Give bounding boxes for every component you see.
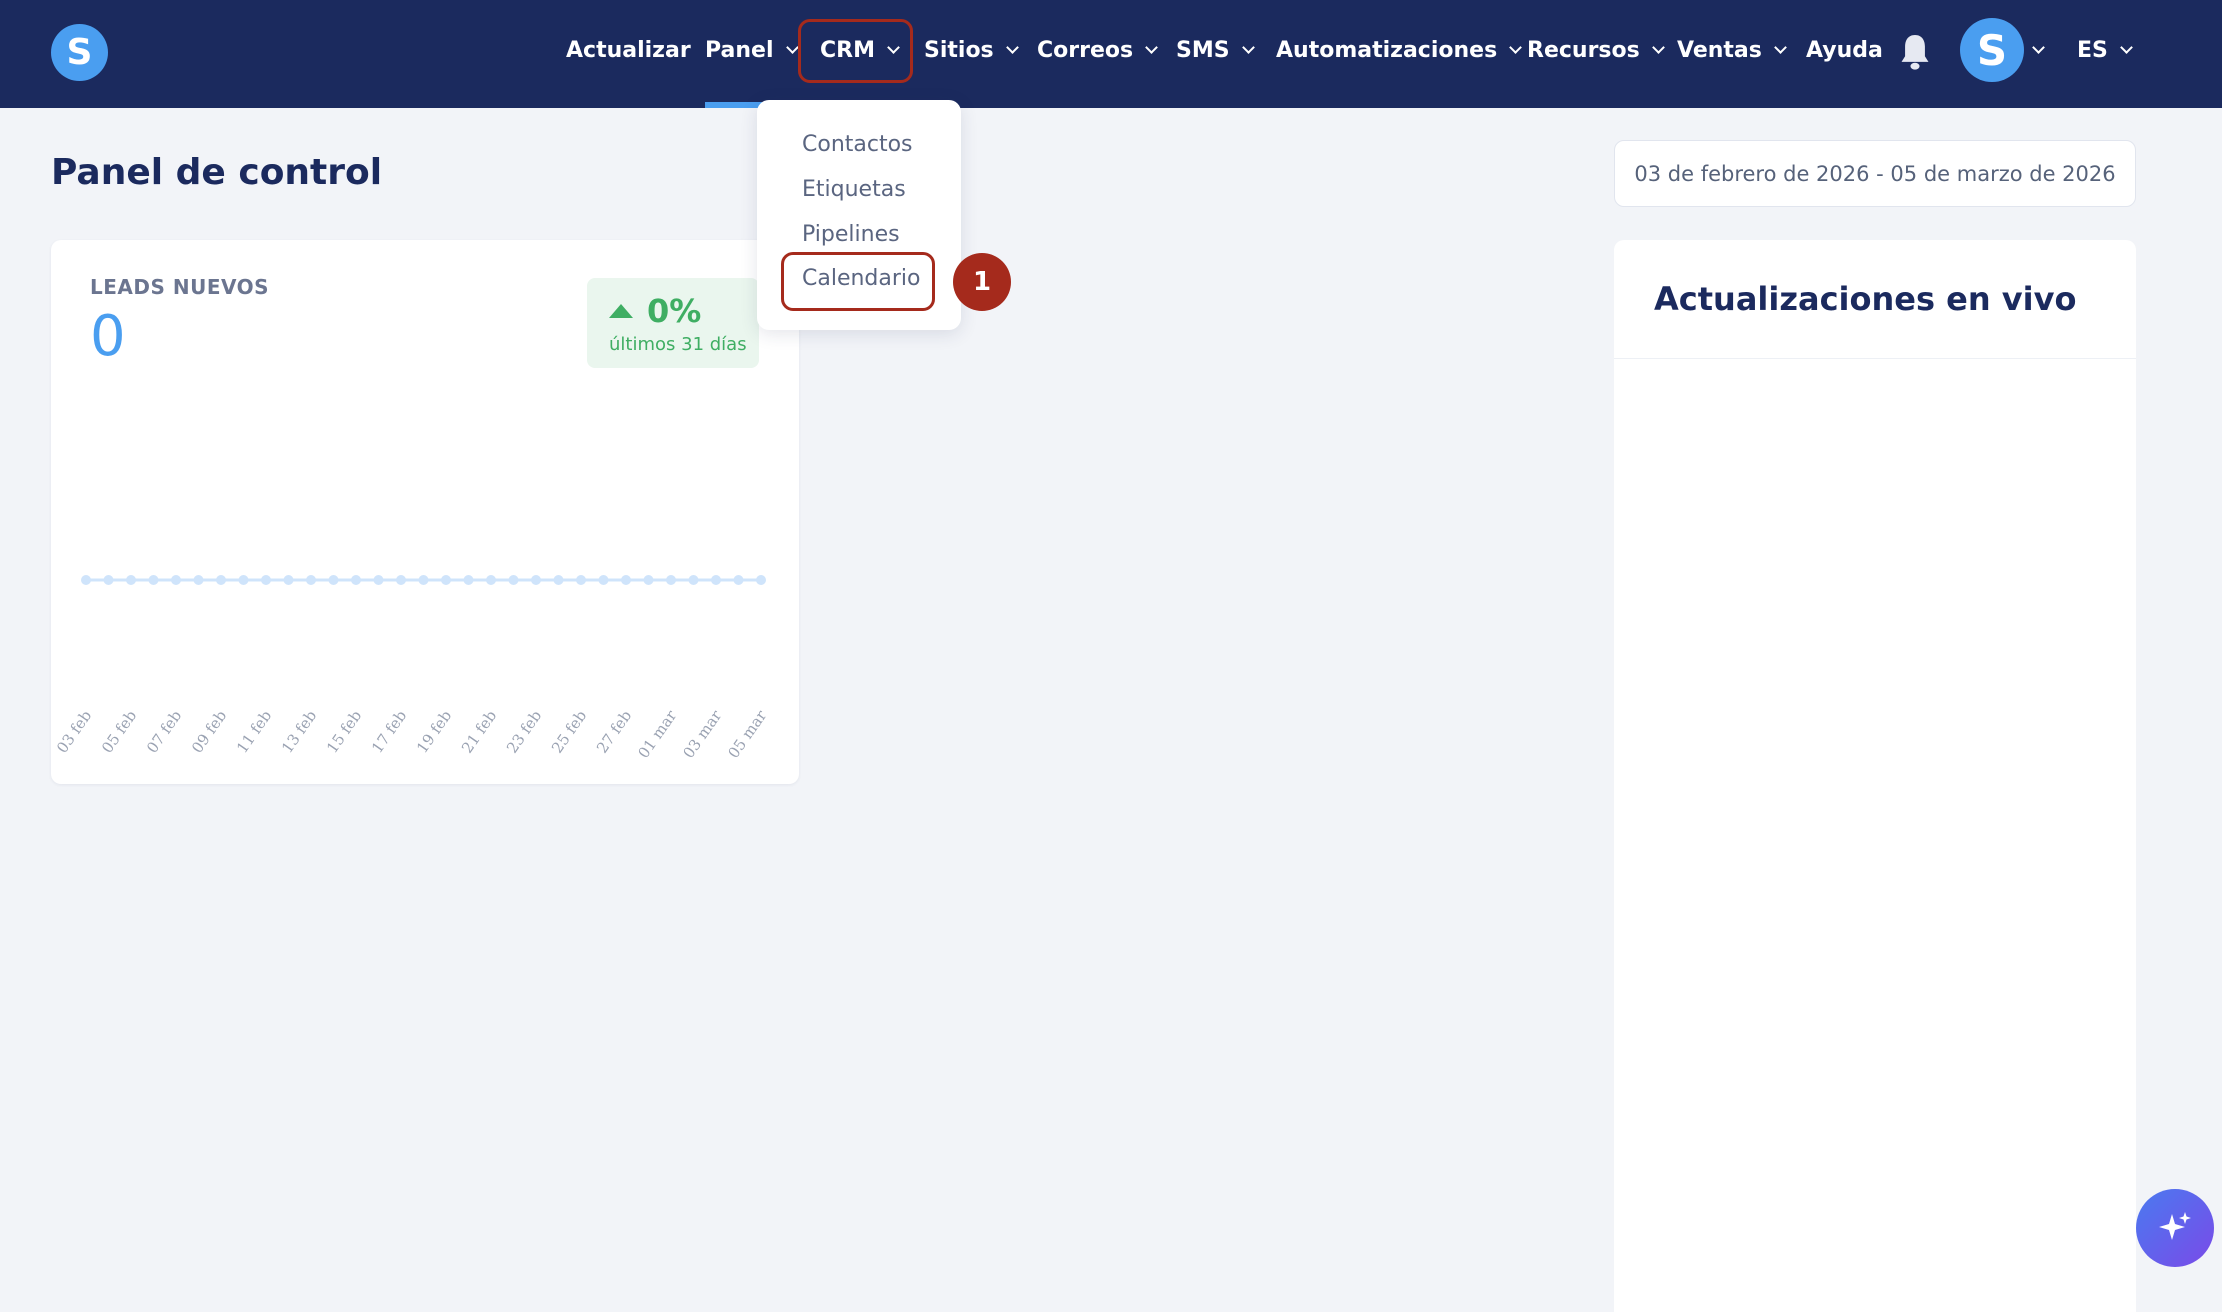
x-tick-label: 25 feb (548, 707, 590, 757)
chevron-down-icon (1509, 40, 1523, 54)
data-point[interactable] (193, 575, 204, 585)
data-point[interactable] (486, 575, 496, 585)
crm-highlight-outline (798, 19, 913, 83)
data-point[interactable] (126, 575, 136, 585)
chevron-down-icon (1145, 40, 1158, 54)
ai-assistant-button[interactable] (2136, 1189, 2214, 1267)
data-point[interactable] (711, 575, 721, 585)
data-point[interactable] (531, 575, 541, 585)
data-point[interactable] (576, 575, 586, 585)
x-tick-label: 03 feb (53, 707, 95, 757)
nav-active-indicator (705, 102, 762, 108)
top-nav: S Actualizar Panel CRM Sitios Correos SM… (0, 0, 2222, 108)
sparkle-icon (2159, 1212, 2191, 1240)
nav-label: SMS (1176, 37, 1230, 63)
nav-label: Ayuda (1806, 37, 1883, 63)
x-tick-label: 17 feb (368, 707, 410, 757)
x-tick-label: 07 feb (143, 707, 185, 757)
nav-label: Automatizaciones (1276, 37, 1498, 63)
nav-correos[interactable]: Correos (1037, 30, 1158, 70)
nav-ventas[interactable]: Ventas (1677, 30, 1787, 70)
data-point[interactable] (261, 575, 271, 585)
chevron-down-icon (2032, 40, 2045, 54)
nav-automatizaciones[interactable]: Automatizaciones (1276, 30, 1523, 70)
data-point[interactable] (328, 575, 339, 585)
chevron-down-icon (1005, 40, 1019, 54)
data-point[interactable] (148, 575, 159, 585)
x-tick-label: 21 feb (458, 707, 500, 757)
x-tick-label: 09 feb (188, 707, 230, 757)
nav-ayuda[interactable]: Ayuda (1806, 30, 1883, 70)
data-point[interactable] (103, 575, 114, 585)
x-tick-label: 05 mar (724, 706, 770, 761)
nav-label: Ventas (1677, 37, 1762, 63)
live-updates-panel: Actualizaciones en vivo (1614, 240, 2136, 1312)
data-point[interactable] (238, 575, 249, 585)
language-selector[interactable]: ES (2077, 30, 2133, 70)
nav-actualizar[interactable]: Actualizar (566, 30, 691, 70)
nav-panel[interactable]: Panel (705, 30, 799, 70)
data-point[interactable] (688, 575, 699, 585)
nav-label: Recursos (1527, 37, 1640, 63)
step-number-badge: 1 (953, 253, 1011, 311)
nav-sms[interactable]: SMS (1176, 30, 1255, 70)
data-point[interactable] (621, 575, 631, 585)
x-tick-label: 19 feb (413, 707, 455, 757)
data-point[interactable] (508, 575, 519, 585)
nav-recursos[interactable]: Recursos (1527, 30, 1665, 70)
data-point[interactable] (733, 575, 744, 585)
data-point[interactable] (81, 575, 91, 585)
leads-card: LEADS NUEVOS 0 0% últimos 31 días 03 feb… (51, 240, 799, 784)
data-point[interactable] (441, 575, 451, 585)
data-point[interactable] (553, 575, 564, 585)
x-tick-label: 23 feb (503, 707, 545, 757)
data-point[interactable] (598, 575, 609, 585)
data-point[interactable] (306, 575, 316, 585)
menu-item-contactos[interactable]: Contactos (802, 132, 913, 157)
data-point[interactable] (373, 575, 384, 585)
x-tick-label: 15 feb (323, 707, 365, 757)
nav-label: Sitios (924, 37, 994, 63)
account-menu-toggle[interactable] (2032, 30, 2045, 70)
chevron-down-icon (1651, 40, 1665, 54)
data-point[interactable] (418, 575, 429, 585)
x-tick-label: 01 mar (634, 706, 680, 761)
divider (1614, 358, 2136, 359)
x-tick-label: 03 mar (679, 706, 725, 761)
x-tick-label: 05 feb (98, 707, 140, 757)
x-tick-label: 11 feb (233, 707, 275, 757)
data-point[interactable] (283, 575, 294, 585)
calendario-highlight-outline (781, 252, 935, 311)
x-tick-label: 27 feb (593, 707, 635, 757)
chevron-down-icon (785, 40, 799, 54)
bell-icon[interactable] (1898, 32, 1932, 72)
nav-label: Actualizar (566, 37, 691, 63)
live-updates-title: Actualizaciones en vivo (1654, 280, 2077, 318)
page-title: Panel de control (51, 152, 383, 193)
data-point[interactable] (171, 575, 181, 585)
menu-item-etiquetas[interactable]: Etiquetas (802, 177, 906, 202)
data-point[interactable] (396, 575, 406, 585)
avatar[interactable]: S (1960, 18, 2024, 82)
data-point[interactable] (666, 575, 676, 585)
app-logo[interactable]: S (51, 24, 108, 81)
chevron-down-icon (1241, 40, 1255, 54)
data-point[interactable] (756, 575, 766, 585)
nav-label: Correos (1037, 37, 1134, 63)
leads-chart: 03 feb 05 feb 07 feb 09 feb 11 feb 13 feb 15 f… (53, 575, 771, 762)
date-range-picker[interactable]: 03 de febrero de 2026 - 05 de marzo de 2… (1614, 140, 2136, 207)
x-tick-label: 13 feb (278, 707, 320, 757)
data-point[interactable] (643, 575, 654, 585)
chevron-down-icon (1774, 40, 1787, 54)
nav-label: Panel (705, 37, 774, 63)
data-point[interactable] (216, 575, 226, 585)
data-point[interactable] (463, 575, 474, 585)
data-point[interactable] (351, 575, 361, 585)
menu-item-pipelines[interactable]: Pipelines (802, 222, 900, 247)
language-label: ES (2077, 37, 2108, 63)
nav-sitios[interactable]: Sitios (924, 30, 1019, 70)
date-range-text: 03 de febrero de 2026 - 05 de marzo de 2… (1634, 161, 2116, 186)
chevron-down-icon (2120, 40, 2133, 54)
